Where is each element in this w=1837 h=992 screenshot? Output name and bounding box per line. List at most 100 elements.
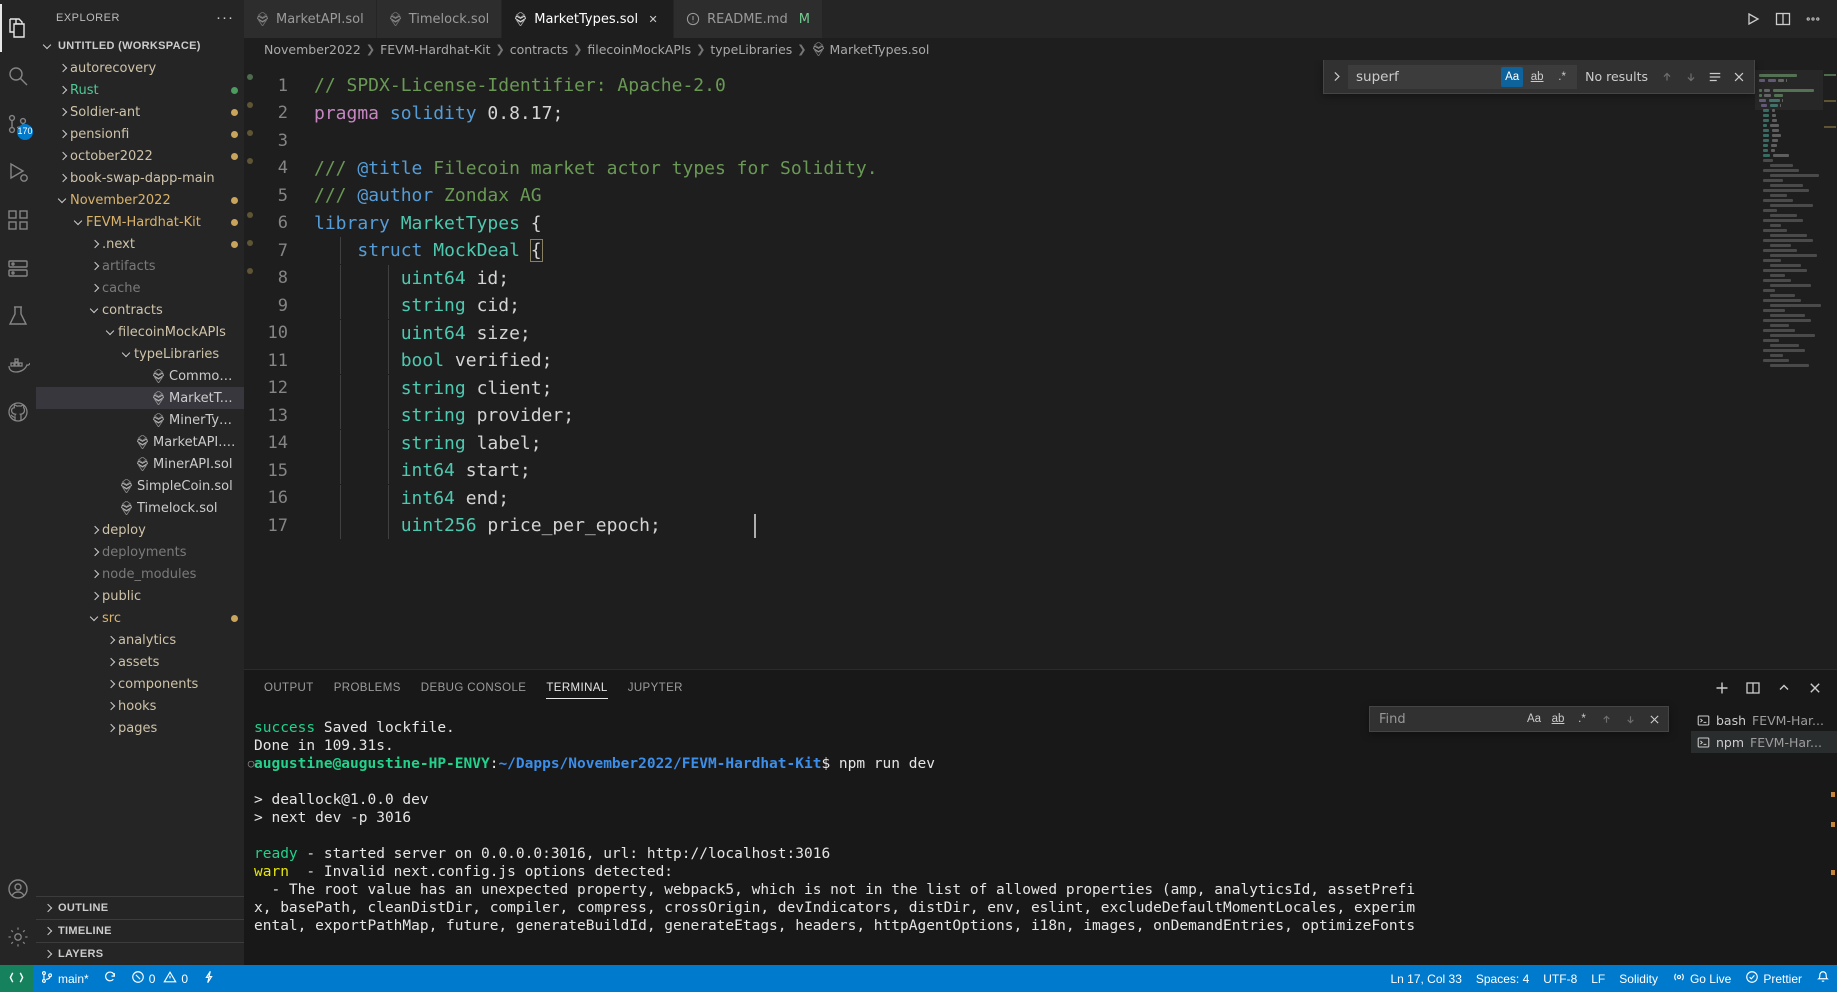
sidebar-section-layers[interactable]: LAYERS <box>36 942 244 965</box>
new-terminal-icon[interactable] <box>1714 680 1730 696</box>
activity-settings[interactable] <box>0 913 36 961</box>
panel-maximize-icon[interactable] <box>1776 680 1792 696</box>
activity-run-debug[interactable] <box>0 148 36 196</box>
panel-tab-terminal[interactable]: TERMINAL <box>536 670 617 705</box>
sidebar-section-timeline[interactable]: TIMELINE <box>36 919 244 942</box>
tree-file-minertypes.sol[interactable]: MinerTypes.sol <box>36 409 244 431</box>
tree-folder-rust[interactable]: Rust <box>36 79 244 101</box>
tree-folder-soldier-ant[interactable]: Soldier-ant <box>36 101 244 123</box>
tree-file-markettypes.sol[interactable]: MarketTypes.sol <box>36 387 244 409</box>
code-line[interactable]: 3 <box>256 127 1837 155</box>
code-line[interactable]: 16 int64 end; <box>256 485 1837 513</box>
go-live-button[interactable]: Go Live <box>1665 965 1738 992</box>
code-text[interactable]: string label; <box>314 433 542 454</box>
code-text[interactable]: string cid; <box>314 295 520 316</box>
code-line[interactable]: 17 uint256 price_per_epoch; <box>256 512 1837 540</box>
terminal-whole-word-toggle[interactable]: ab <box>1547 709 1569 729</box>
code-text[interactable]: int64 start; <box>314 460 531 481</box>
breadcrumb-item[interactable]: filecoinMockAPIs <box>587 42 691 57</box>
run-code-icon[interactable] <box>1745 11 1761 27</box>
code-line[interactable]: 15 int64 start; <box>256 457 1837 485</box>
terminal-find-input[interactable]: Find <box>1379 712 1521 727</box>
tree-folder-src[interactable]: src <box>36 607 244 629</box>
activity-explorer[interactable] <box>0 4 36 52</box>
code-text[interactable]: string provider; <box>314 405 574 426</box>
code-text[interactable]: int64 end; <box>314 488 509 509</box>
tree-folder-fevm-hardhat-kit[interactable]: FEVM-Hardhat-Kit <box>36 211 244 233</box>
tree-folder-filecoinmockapis[interactable]: filecoinMockAPIs <box>36 321 244 343</box>
toggle-replace-chevron-icon[interactable] <box>1326 65 1346 89</box>
split-editor-icon[interactable] <box>1775 11 1791 27</box>
editor-eol[interactable]: LF <box>1584 965 1612 992</box>
breadcrumb-item[interactable]: contracts <box>510 42 568 57</box>
tree-file-minerapi.sol[interactable]: MinerAPI.sol <box>36 453 244 475</box>
whole-word-toggle[interactable]: ab <box>1526 67 1548 87</box>
panel-tab-debug-console[interactable]: DEBUG CONSOLE <box>411 670 537 705</box>
tree-folder-analytics[interactable]: analytics <box>36 629 244 651</box>
breadcrumb-item[interactable]: typeLibraries <box>710 42 792 57</box>
panel-close-icon[interactable] <box>1807 680 1823 696</box>
terminal-find-widget[interactable]: Find Aa ab .* <box>1369 706 1669 732</box>
panel-tab-output[interactable]: OUTPUT <box>254 670 324 705</box>
code-text[interactable]: uint64 size; <box>314 323 531 344</box>
code-text[interactable]: uint256 price_per_epoch; <box>314 515 661 536</box>
editor-tab-readme-md[interactable]: README.md M <box>674 0 823 38</box>
tree-file-commontypes.sol[interactable]: CommonTypes.sol <box>36 365 244 387</box>
tree-folder-public[interactable]: public <box>36 585 244 607</box>
editor-indentation[interactable]: Spaces: 4 <box>1469 965 1536 992</box>
editor-scrollbar[interactable] <box>1823 60 1837 669</box>
tree-folder-deploy[interactable]: deploy <box>36 519 244 541</box>
terminal-regex-toggle[interactable]: .* <box>1571 709 1593 729</box>
code-text[interactable]: /// @title Filecoin market actor types f… <box>314 158 878 179</box>
code-text[interactable]: library MarketTypes { <box>314 213 542 234</box>
activity-accounts[interactable] <box>0 865 36 913</box>
editor-position[interactable]: Ln 17, Col 33 <box>1383 965 1468 992</box>
terminal-match-case-toggle[interactable]: Aa <box>1523 709 1545 729</box>
find-close-button[interactable] <box>1728 66 1750 88</box>
terminal-tab-npm[interactable]: npm FEVM-Har... <box>1691 731 1837 753</box>
sync-status[interactable] <box>96 965 124 992</box>
terminal-scrollbar[interactable] <box>1825 670 1837 965</box>
panel-tab-jupyter[interactable]: JUPYTER <box>618 670 693 705</box>
editor-tab-markettypes-sol[interactable]: MarketTypes.sol ✕ <box>502 0 675 38</box>
activity-docker[interactable] <box>0 340 36 388</box>
code-line[interactable]: 4 /// @title Filecoin market actor types … <box>256 155 1837 183</box>
code-line[interactable]: 7 struct MockDeal { <box>256 237 1837 265</box>
code-line[interactable]: 8 uint64 id; <box>256 265 1837 293</box>
code-line[interactable]: 2 pragma solidity 0.8.17; <box>256 100 1837 128</box>
activity-search[interactable] <box>0 52 36 100</box>
tree-folder-autorecovery[interactable]: autorecovery <box>36 57 244 79</box>
tree-file-marketapi.sol[interactable]: MarketAPI.sol <box>36 431 244 453</box>
editor-minimap[interactable] <box>1755 60 1823 669</box>
activity-source-control[interactable]: 170 <box>0 100 36 148</box>
tree-folder-node-modules[interactable]: node_modules <box>36 563 244 585</box>
tree-folder-pages[interactable]: pages <box>36 717 244 739</box>
terminal-find-close-button[interactable] <box>1643 708 1665 730</box>
tree-folder-hooks[interactable]: hooks <box>36 695 244 717</box>
more-actions-icon[interactable] <box>1805 11 1821 27</box>
terminal-tab-bash[interactable]: bash FEVM-Har... <box>1691 709 1837 731</box>
activity-github[interactable] <box>0 388 36 436</box>
code-text[interactable]: struct MockDeal { <box>314 239 543 263</box>
terminal-find-next-button[interactable] <box>1619 708 1641 730</box>
terminal-find-previous-button[interactable] <box>1595 708 1617 730</box>
tree-folder-november2022[interactable]: November2022 <box>36 189 244 211</box>
code-line[interactable]: 14 string label; <box>256 430 1837 458</box>
code-line[interactable]: 11 bool verified; <box>256 347 1837 375</box>
remote-indicator[interactable] <box>0 965 33 992</box>
breadcrumb[interactable]: November2022 ❯ FEVM-Hardhat-Kit ❯ contracts ❯… <box>244 38 1837 60</box>
code-editor[interactable]: 1 // SPDX-License-Identifier: Apache-2.0 2… <box>244 60 1837 669</box>
tree-file-timelock.sol[interactable]: Timelock.sol <box>36 497 244 519</box>
tree-folder-assets[interactable]: assets <box>36 651 244 673</box>
code-line[interactable]: 9 string cid; <box>256 292 1837 320</box>
code-text[interactable]: bool verified; <box>314 350 553 371</box>
code-text[interactable]: /// @author Zondax AG <box>314 185 542 206</box>
tree-folder-typelibraries[interactable]: typeLibraries <box>36 343 244 365</box>
code-text[interactable]: uint64 id; <box>314 268 509 289</box>
split-terminal-icon[interactable] <box>1745 680 1761 696</box>
breadcrumb-item[interactable]: MarketTypes.sol <box>830 42 930 57</box>
problems-status[interactable]: 0 0 <box>124 965 195 992</box>
editor-tab-close-icon[interactable]: ✕ <box>645 14 661 25</box>
workspace-section-header[interactable]: UNTITLED (WORKSPACE) <box>36 35 244 57</box>
activity-extensions[interactable] <box>0 196 36 244</box>
